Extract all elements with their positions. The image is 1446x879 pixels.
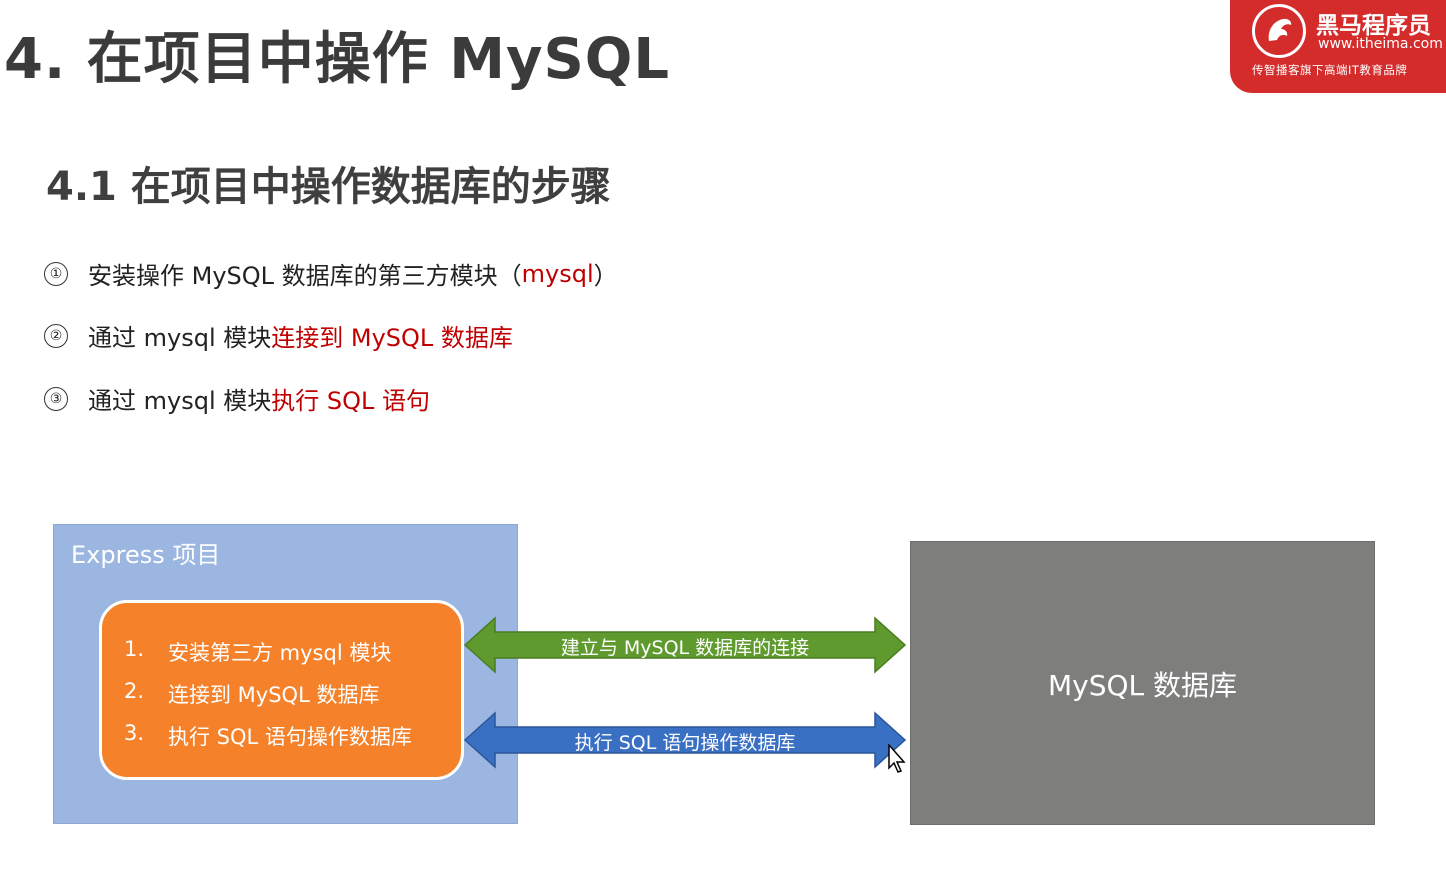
steps-box: 1. 安装第三方 mysql 模块 2. 连接到 MySQL 数据库 3. 执行… (99, 600, 464, 780)
list-item: 2. 连接到 MySQL 数据库 (124, 679, 412, 721)
section-subtitle: 4.1 在项目中操作数据库的步骤 (46, 164, 611, 210)
mouse-cursor-icon (888, 744, 906, 773)
step-highlight: mysql (521, 259, 594, 288)
connect-arrow-label: 建立与 MySQL 数据库的连接 (560, 637, 810, 659)
list-number: 3. (124, 721, 145, 745)
list-number: 2. (124, 679, 145, 703)
step-item: ③ 通过 mysql 模块 执行 SQL 语句 (44, 381, 430, 416)
list-item: 1. 安装第三方 mysql 模块 (124, 637, 412, 679)
step-highlight: 执行 SQL 语句 (271, 387, 431, 415)
list-item: 3. 执行 SQL 语句操作数据库 (124, 721, 412, 763)
step-text: 通过 mysql 模块 (88, 387, 272, 415)
page-title: 4. 在项目中操作 MySQL (4, 27, 671, 92)
step-item: ② 通过 mysql 模块 连接到 MySQL 数据库 (44, 318, 513, 353)
execute-arrow-label: 执行 SQL 语句操作数据库 (574, 732, 796, 754)
brand-name: 黑马程序员 (1316, 13, 1431, 39)
horse-logo-icon (1252, 4, 1306, 58)
mysql-database-box: MySQL 数据库 (910, 541, 1375, 825)
list-text: 执行 SQL 语句操作数据库 (168, 725, 412, 749)
list-text: 安装第三方 mysql 模块 (168, 641, 392, 665)
step-after: ） (593, 262, 618, 290)
list-number: 1. (124, 637, 145, 661)
step-item: ① 安装操作 MySQL 数据库的第三方模块（ mysql） (44, 256, 618, 291)
step-highlight: 连接到 MySQL 数据库 (271, 324, 513, 352)
brand-slogan: 传智播客旗下高端IT教育品牌 (1252, 63, 1408, 77)
step-number: ② (44, 323, 68, 348)
list-text: 连接到 MySQL 数据库 (168, 683, 380, 707)
mysql-label: MySQL 数据库 (1047, 669, 1238, 702)
step-text: 安装操作 MySQL 数据库的第三方模块（ (88, 262, 522, 290)
step-number: ③ (44, 386, 68, 411)
express-label: Express 项目 (71, 541, 221, 569)
step-number: ① (44, 261, 68, 286)
brand-logo: 黑马程序员 www.itheima.com 传智播客旗下高端IT教育品牌 (1230, 0, 1446, 93)
brand-url: www.itheima.com (1318, 36, 1443, 52)
step-text: 通过 mysql 模块 (88, 324, 272, 352)
